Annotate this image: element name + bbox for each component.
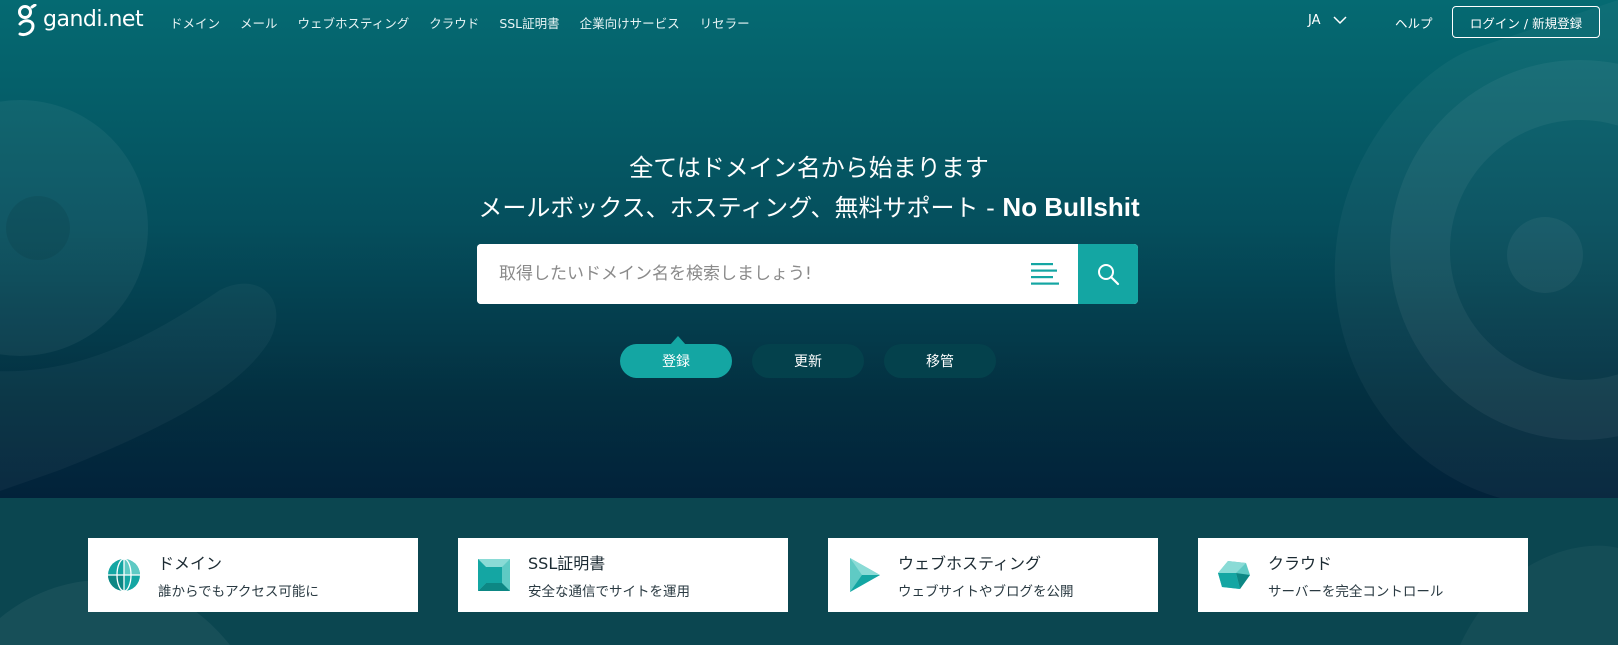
- card-subtitle: 誰からでもアクセス可能に: [158, 584, 319, 600]
- top-navigation: gandi.net ドメイン メール ウェブホスティング クラウド SSL証明書…: [0, 0, 1618, 44]
- globe-icon: [108, 558, 140, 592]
- language-selector[interactable]: JA: [1308, 13, 1347, 28]
- cube-icon: [1218, 561, 1250, 589]
- card-title: ドメイン: [158, 554, 223, 573]
- hero-headline: 全てはドメイン名から始まります: [629, 154, 989, 182]
- bulk-search-button[interactable]: [1012, 244, 1078, 304]
- service-card-cloud[interactable]: クラウド サーバーを完全コントロール: [1198, 538, 1528, 612]
- card-subtitle: 安全な通信でサイトを運用: [528, 584, 690, 600]
- tab-renew[interactable]: 更新: [752, 344, 864, 378]
- card-title: クラウド: [1268, 554, 1333, 573]
- gandi-logo[interactable]: gandi.net: [16, 4, 144, 38]
- hero-subline-brand: No Bullshit: [1002, 192, 1140, 222]
- tab-transfer[interactable]: 移管: [884, 344, 996, 378]
- card-subtitle: サーバーを完全コントロール: [1268, 584, 1444, 600]
- search-icon: [1098, 264, 1120, 286]
- chevron-down-icon: [1332, 16, 1347, 25]
- hero-subline: メールボックス、ホスティング、無料サポート - No Bullshit: [0, 188, 1618, 223]
- logo-text: gandi.net: [43, 6, 144, 32]
- nav-link-reseller[interactable]: リセラー: [700, 13, 750, 32]
- search-button[interactable]: [1078, 244, 1138, 304]
- card-subtitle: ウェブサイトやブログを公開: [898, 584, 1074, 600]
- card-title: SSL証明書: [528, 554, 606, 573]
- nav-links: ドメイン メール ウェブホスティング クラウド SSL証明書 企業向けサービス …: [170, 13, 770, 32]
- service-card-web-hosting[interactable]: ウェブホスティング ウェブサイトやブログを公開: [828, 538, 1158, 612]
- domain-search-input[interactable]: [477, 244, 1012, 304]
- nav-link-cloud[interactable]: クラウド: [429, 13, 479, 32]
- play-arrow-icon: [850, 558, 880, 592]
- service-card-ssl[interactable]: SSL証明書 安全な通信でサイトを運用: [458, 538, 788, 612]
- domain-search-bar: [477, 244, 1138, 304]
- certificate-icon: [478, 559, 510, 591]
- card-title: ウェブホスティング: [898, 554, 1042, 573]
- tab-register[interactable]: 登録: [620, 344, 732, 378]
- nav-link-mail[interactable]: メール: [240, 13, 278, 32]
- list-icon: [1031, 263, 1059, 285]
- nav-link-domain[interactable]: ドメイン: [170, 13, 220, 32]
- nav-link-ssl[interactable]: SSL証明書: [499, 13, 559, 32]
- language-label: JA: [1308, 13, 1321, 28]
- service-card-domain[interactable]: ドメイン 誰からでもアクセス可能に: [88, 538, 418, 612]
- help-link[interactable]: ヘルプ: [1395, 13, 1433, 32]
- hero-subline-text: メールボックス、ホスティング、無料サポート -: [478, 194, 1003, 222]
- login-signup-button[interactable]: ログイン / 新規登録: [1452, 6, 1600, 38]
- gandi-logo-icon: [18, 4, 37, 36]
- nav-link-enterprise[interactable]: 企業向けサービス: [580, 13, 680, 32]
- nav-link-web-hosting[interactable]: ウェブホスティング: [298, 13, 410, 32]
